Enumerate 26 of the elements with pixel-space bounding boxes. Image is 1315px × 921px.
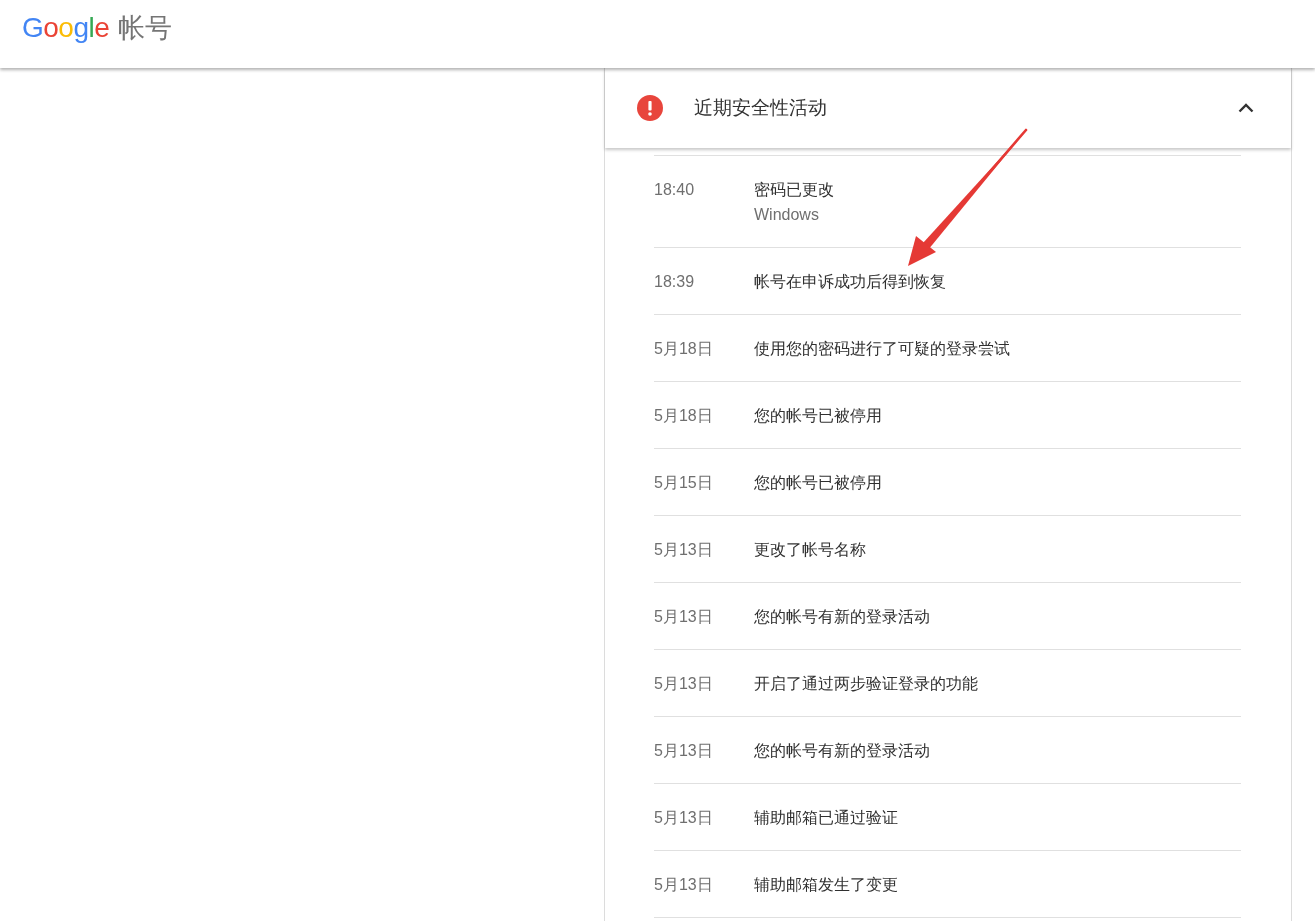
event-description: 您的帐号已被停用 — [754, 473, 882, 493]
event-description: 辅助邮箱发生了变更 — [754, 875, 898, 895]
section-title: 近期安全性活动 — [694, 96, 827, 120]
event-time: 5月13日 — [654, 808, 713, 828]
event-time: 18:40 — [654, 180, 695, 200]
event-time: 5月13日 — [654, 607, 713, 627]
event-description: 密码已更改 — [754, 180, 834, 200]
event-time: 5月13日 — [654, 674, 713, 694]
event-description: 更改了帐号名称 — [754, 540, 866, 560]
event-description: 帐号在申诉成功后得到恢复 — [754, 272, 946, 292]
event-description: 您的帐号有新的登录活动 — [754, 607, 930, 627]
event-time: 5月13日 — [654, 741, 713, 761]
event-description: 使用您的密码进行了可疑的登录尝试 — [754, 339, 1010, 359]
event-description: 开启了通过两步验证登录的功能 — [754, 674, 978, 694]
event-description: 您的帐号有新的登录活动 — [754, 741, 930, 761]
google-logo[interactable]: Google — [22, 12, 110, 44]
event-time: 5月18日 — [654, 406, 713, 426]
event-time: 5月18日 — [654, 339, 713, 359]
event-time: 5月15日 — [654, 473, 713, 493]
event-time: 5月13日 — [654, 875, 713, 895]
app-title: 帐号 — [118, 12, 173, 44]
event-detail: Windows — [754, 205, 819, 225]
event-time: 18:39 — [654, 272, 695, 292]
event-description: 辅助邮箱已通过验证 — [754, 808, 898, 828]
event-description: 您的帐号已被停用 — [754, 406, 882, 426]
event-time: 5月13日 — [654, 540, 713, 560]
